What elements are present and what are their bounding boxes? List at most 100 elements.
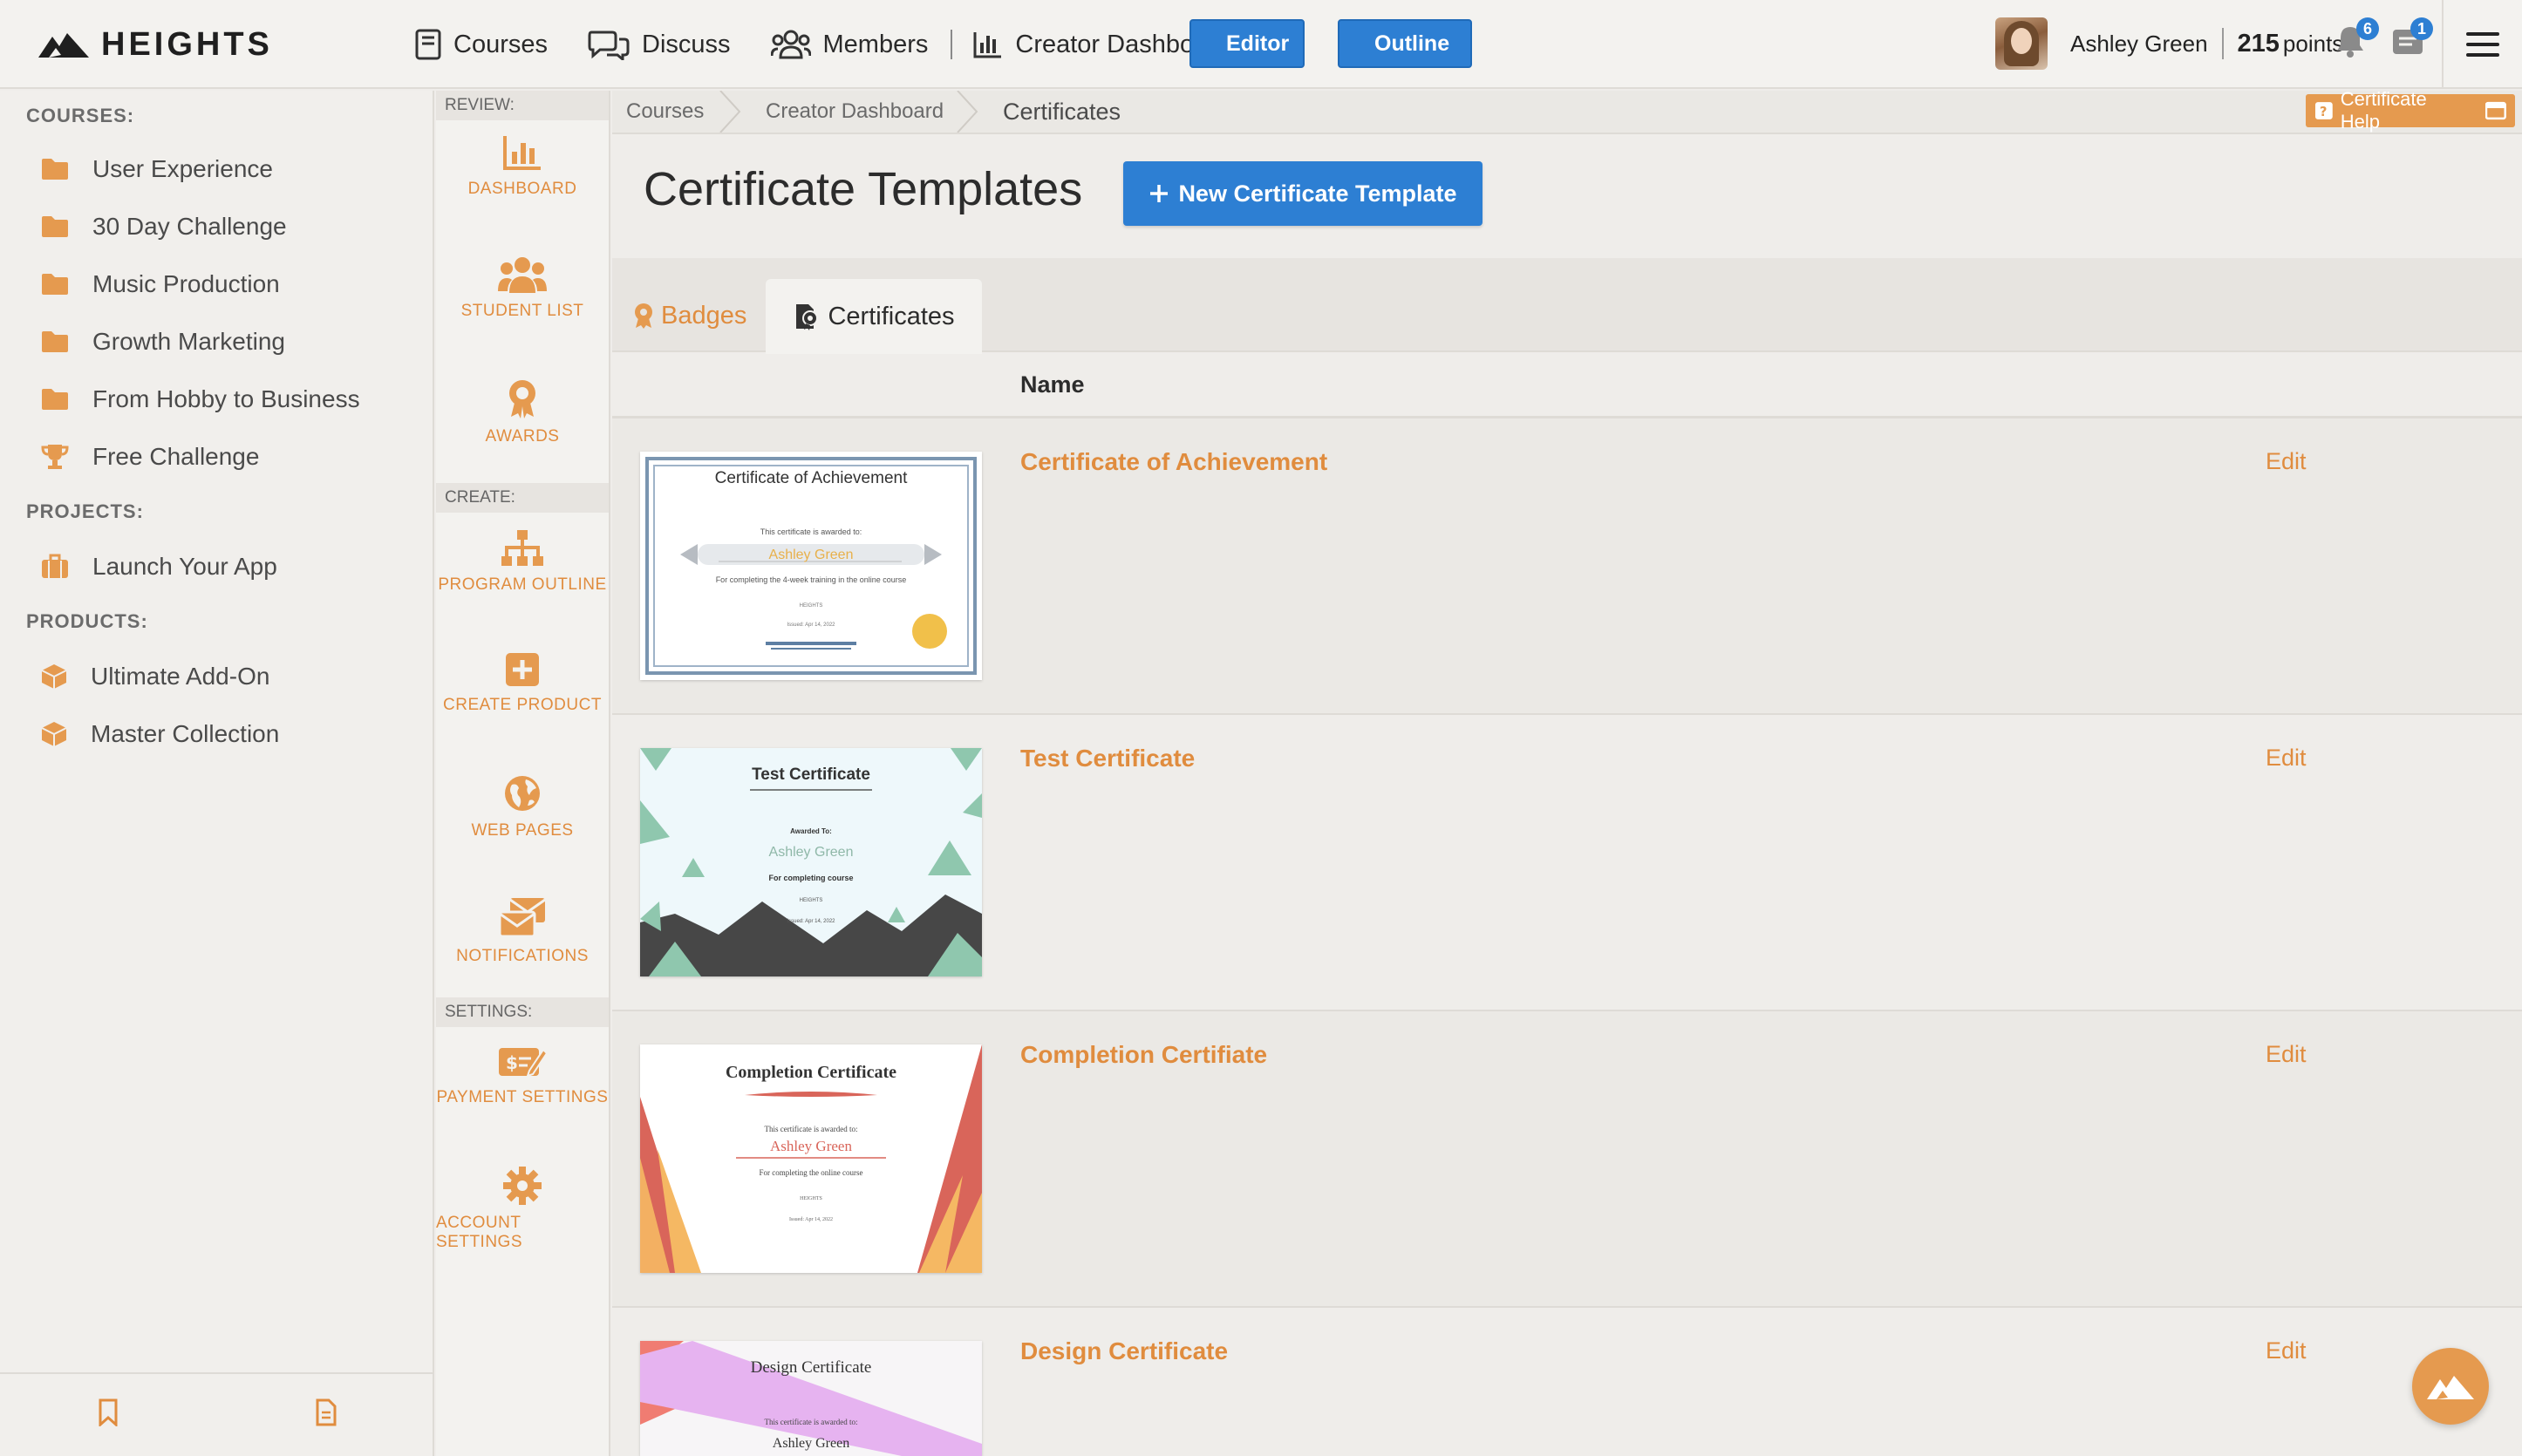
- svg-text:This certificate is awarded to: This certificate is awarded to:: [765, 1418, 858, 1426]
- nav-courses-label: Courses: [453, 30, 548, 58]
- rail-item-dashboard[interactable]: DASHBOARD: [436, 134, 609, 239]
- sidebar-item-growth-marketing[interactable]: Growth Marketing: [40, 324, 285, 359]
- sidebar-item-user-experience[interactable]: User Experience: [40, 152, 273, 187]
- breadcrumb-creator-dashboard[interactable]: Creator Dashboard: [766, 91, 944, 133]
- chevron-right-icon: [957, 91, 978, 133]
- bar-chart-icon: [973, 32, 1002, 58]
- certificate-name-link[interactable]: Design Certificate: [1020, 1337, 1228, 1365]
- heights-logo[interactable]: HEIGHTS: [38, 24, 273, 65]
- rail-item-label: NOTIFICATIONS: [456, 947, 589, 965]
- document-icon[interactable]: [316, 1398, 337, 1426]
- new-certificate-template-button[interactable]: New Certificate Template: [1123, 161, 1483, 226]
- box-icon: [41, 722, 67, 746]
- badge-ribbon-icon: [635, 303, 652, 329]
- bookmark-icon[interactable]: [98, 1398, 119, 1426]
- svg-text:?: ?: [2320, 105, 2328, 119]
- rail-item-web-pages[interactable]: WEB PAGES: [436, 774, 609, 879]
- plus-square-icon: [506, 653, 539, 686]
- rail-item-label: CREATE PRODUCT: [443, 696, 602, 714]
- svg-text:Awarded To:: Awarded To:: [790, 827, 832, 835]
- edit-link[interactable]: Edit: [2266, 745, 2307, 772]
- svg-text:$: $: [506, 1052, 518, 1073]
- rail-item-create-product[interactable]: CREATE PRODUCT: [436, 652, 609, 757]
- rail-item-label: WEB PAGES: [471, 821, 574, 840]
- main-nav: Courses Discuss Members Creator Dashboar…: [415, 19, 1271, 70]
- edit-link[interactable]: Edit: [2266, 1041, 2307, 1068]
- hamburger-menu-icon[interactable]: [2442, 0, 2522, 89]
- users-icon: [770, 30, 811, 59]
- certificate-of-achievement-preview: Certificate of Achievement This certific…: [640, 452, 982, 680]
- sidebar-item-free-challenge[interactable]: Free Challenge: [40, 439, 259, 474]
- sidebar-item-ultimate-add-on[interactable]: Ultimate Add-On: [40, 659, 269, 694]
- sidebar-item-label: Launch Your App: [92, 553, 277, 580]
- certificate-name-link[interactable]: Test Certificate: [1020, 745, 1195, 772]
- rail-item-label: ACCOUNT SETTINGS: [436, 1214, 523, 1251]
- rail-item-student-list[interactable]: STUDENT LIST: [436, 256, 609, 361]
- folder-icon: [42, 331, 68, 352]
- sidebar-item-music-production[interactable]: Music Production: [40, 267, 280, 302]
- outline-button-label: Outline: [1374, 31, 1450, 56]
- sidebar-item-master-collection[interactable]: Master Collection: [40, 717, 279, 752]
- column-header-name[interactable]: Name: [1020, 371, 1085, 398]
- nav-members[interactable]: Members: [770, 19, 928, 70]
- globe-icon: [505, 776, 540, 811]
- svg-text:Issued: Apr 14, 2022: Issued: Apr 14, 2022: [787, 623, 835, 628]
- top-bar: HEIGHTS Courses Discuss Members Creator …: [0, 0, 2522, 89]
- messages-count: 1: [2410, 17, 2433, 40]
- certificate-name-link[interactable]: Certificate of Achievement: [1020, 448, 1327, 476]
- question-square-icon: ?: [2314, 102, 2333, 119]
- tab-badges[interactable]: Badges: [633, 279, 746, 352]
- editor-button[interactable]: Editor: [1189, 19, 1305, 68]
- sidebar-item-label: Ultimate Add-On: [91, 663, 270, 690]
- edit-link[interactable]: Edit: [2266, 1337, 2307, 1364]
- user-name[interactable]: Ashley Green: [2070, 31, 2208, 58]
- creator-tool-rail: REVIEW: DASHBOARD STUDENT LIST AWARDS CR…: [436, 91, 610, 1456]
- rail-item-awards[interactable]: AWARDS: [436, 378, 609, 483]
- notifications-button[interactable]: 6: [2335, 17, 2379, 62]
- award-ribbon-icon: [509, 380, 535, 418]
- rail-item-notifications[interactable]: NOTIFICATIONS: [436, 896, 609, 1001]
- sidebar-footer: [0, 1372, 434, 1456]
- points-label: points: [2282, 30, 2344, 57]
- payment-check-icon: $: [499, 1048, 547, 1078]
- nav-divider: [951, 30, 953, 59]
- sidebar-item-label: Free Challenge: [92, 443, 260, 470]
- messages-button[interactable]: 1: [2391, 17, 2433, 60]
- svg-text:Ashley Green: Ashley Green: [769, 845, 854, 860]
- sidebar-item-launch-your-app[interactable]: Launch Your App: [40, 549, 277, 584]
- certificate-name-link[interactable]: Completion Certifiate: [1020, 1041, 1267, 1069]
- user-divider: [2221, 28, 2224, 59]
- sidebar-item-30-day-challenge[interactable]: 30 Day Challenge: [40, 209, 287, 244]
- heights-assistant-button[interactable]: [2412, 1348, 2489, 1425]
- certificate-thumbnail[interactable]: Test Certificate Awarded To: Ashley Gree…: [640, 748, 982, 976]
- avatar[interactable]: [1995, 17, 2048, 70]
- breadcrumb-courses[interactable]: Courses: [626, 91, 704, 133]
- rail-item-program-outline[interactable]: PROGRAM OUTLINE: [436, 530, 609, 635]
- nav-discuss[interactable]: Discuss: [588, 19, 731, 70]
- rail-review-heading: REVIEW:: [436, 91, 609, 120]
- svg-text:HEIGHTS: HEIGHTS: [800, 603, 823, 609]
- box-icon: [41, 664, 67, 689]
- certificate-thumbnail[interactable]: Design Certificate This certificate is a…: [640, 1341, 982, 1456]
- rail-item-payment-settings[interactable]: $ PAYMENT SETTINGS: [436, 1044, 609, 1149]
- sidebar-item-from-hobby-to-business[interactable]: From Hobby to Business: [40, 382, 360, 417]
- edit-link[interactable]: Edit: [2266, 448, 2307, 475]
- chevron-right-icon: [719, 91, 741, 133]
- svg-text:Completion Certificate: Completion Certificate: [726, 1063, 896, 1082]
- sidebar-item-label: From Hobby to Business: [92, 385, 360, 412]
- certificate-thumbnail[interactable]: Certificate of Achievement This certific…: [640, 452, 982, 680]
- nav-courses[interactable]: Courses: [415, 19, 548, 70]
- outline-button[interactable]: Outline: [1338, 19, 1472, 68]
- tab-certificates[interactable]: Certificates: [766, 279, 982, 354]
- sitemap-icon: [501, 530, 543, 566]
- gear-icon: [503, 1167, 542, 1205]
- editor-button-label: Editor: [1226, 31, 1290, 56]
- folder-icon: [42, 389, 68, 410]
- certificate-help-button[interactable]: ? Certificate Help: [2306, 88, 2515, 133]
- rail-settings-heading: SETTINGS:: [436, 997, 609, 1027]
- rail-item-account-settings[interactable]: ACCOUNT SETTINGS: [436, 1167, 609, 1271]
- plus-icon: [1150, 185, 1169, 202]
- svg-text:Issued: Apr 14, 2022: Issued: Apr 14, 2022: [787, 919, 835, 924]
- svg-text:For completing the 4-week trai: For completing the 4-week training in th…: [716, 575, 907, 584]
- certificate-thumbnail[interactable]: Completion Certificate This certificate …: [640, 1044, 982, 1273]
